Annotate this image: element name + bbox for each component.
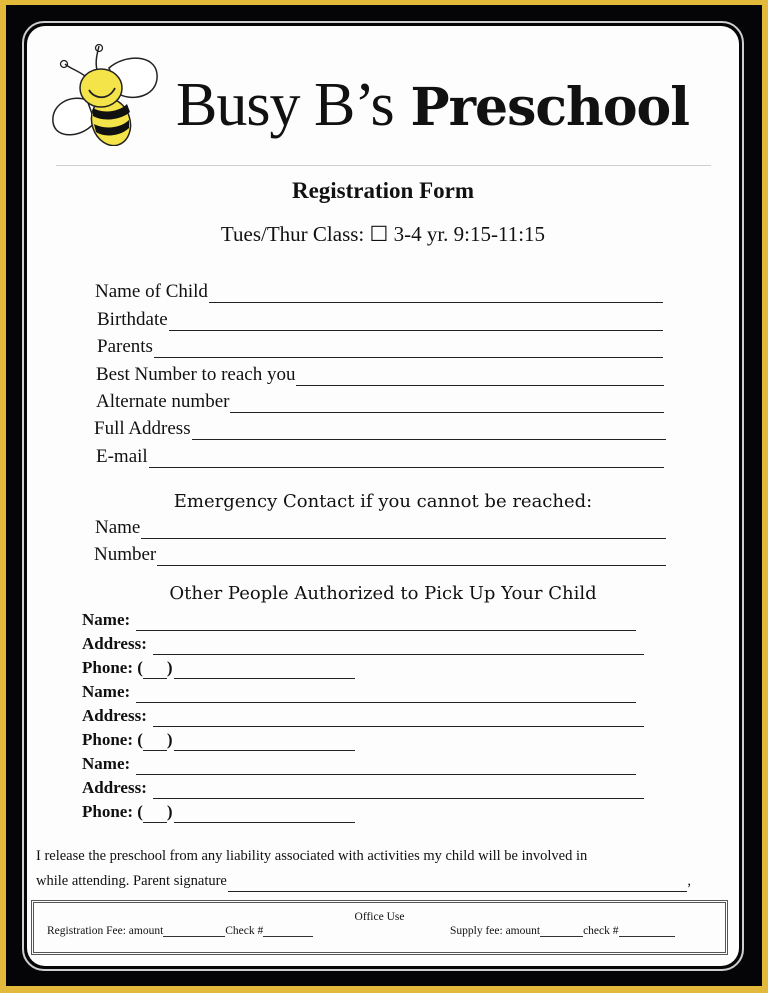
- bee-head: [79, 68, 123, 108]
- signature-comma: ,: [687, 873, 691, 889]
- registration-check-label: Check #: [225, 925, 264, 937]
- registration-fee-row: Registration Fee: amount Check #: [47, 925, 314, 937]
- field-emergency-name: Name: [95, 517, 666, 539]
- field-label: Phone: (: [82, 658, 143, 677]
- field-label: Name: [95, 517, 141, 538]
- supply-check-input[interactable]: [618, 926, 675, 937]
- pickup-3-address-input[interactable]: [152, 781, 644, 799]
- pickup-1-address: Address:: [82, 633, 644, 655]
- pickup-2-phone: Phone: ( ): [82, 729, 355, 751]
- school-name-light: Busy B’s: [176, 71, 395, 139]
- best-number-input[interactable]: [296, 368, 664, 386]
- pickup-3-address: Address:: [82, 777, 644, 799]
- field-email: E-mail: [96, 446, 664, 468]
- field-label: E-mail: [96, 446, 148, 467]
- registration-form-page: Busy B’s Preschool Registration Form Tue…: [27, 26, 739, 966]
- pickup-2-area-code-input[interactable]: [142, 735, 167, 751]
- field-label: Address:: [82, 634, 147, 653]
- emergency-name-input[interactable]: [141, 521, 666, 539]
- field-alternate-number: Alternate number: [96, 391, 664, 413]
- email-input[interactable]: [148, 450, 664, 468]
- class-selection: Tues/Thur Class: ☐ 3-4 yr. 9:15-11:15: [27, 222, 739, 247]
- pickup-1-area-code-input[interactable]: [142, 663, 167, 679]
- alternate-number-input[interactable]: [230, 395, 664, 413]
- field-label: Name of Child: [95, 281, 208, 302]
- field-label: Phone: (: [82, 730, 143, 749]
- pickup-3-name: Name:: [82, 753, 636, 775]
- class-checkbox[interactable]: ☐: [370, 222, 389, 246]
- field-label: Address:: [82, 778, 147, 797]
- field-label: Best Number to reach you: [96, 364, 296, 385]
- class-option: 3-4 yr. 9:15-11:15: [393, 222, 546, 246]
- field-birthdate: Birthdate: [97, 309, 663, 331]
- pickup-2-address-input[interactable]: [152, 709, 644, 727]
- pickup-2-name: Name:: [82, 681, 636, 703]
- pickup-2-phone-input[interactable]: [173, 733, 355, 751]
- pickup-2-address: Address:: [82, 705, 644, 727]
- form-title: Registration Form: [291, 178, 475, 203]
- field-label: Address:: [82, 706, 147, 725]
- pickup-heading: Other People Authorized to Pick Up Your …: [169, 583, 597, 604]
- full-address-input[interactable]: [191, 422, 666, 440]
- field-label: Parents: [97, 336, 153, 357]
- class-label: Tues/Thur Class:: [220, 222, 365, 246]
- pickup-1-name-input[interactable]: [136, 613, 636, 631]
- pickup-2-name-input[interactable]: [136, 685, 636, 703]
- field-label: Birthdate: [97, 309, 168, 330]
- field-label: Full Address: [94, 418, 191, 439]
- supply-check-label: check #: [583, 925, 619, 937]
- bee-icon: [52, 43, 158, 146]
- field-parents: Parents: [97, 336, 663, 358]
- field-label: Number: [94, 544, 157, 565]
- field-label: Name:: [82, 754, 131, 773]
- field-best-number: Best Number to reach you: [96, 364, 664, 386]
- school-name-bold: Preschool: [410, 77, 690, 138]
- pickup-3-phone-input[interactable]: [173, 805, 355, 823]
- field-name-of-child: Name of Child: [95, 281, 663, 303]
- school-name: Busy B’s Preschool: [176, 71, 690, 140]
- supply-fee-row: Supply fee: amount check #: [450, 925, 675, 937]
- supply-fee-label: Supply fee: amount: [450, 925, 541, 937]
- pickup-1-name: Name:: [82, 609, 636, 631]
- parent-signature-row: while attending. Parent signature ,: [36, 870, 691, 892]
- name-of-child-input[interactable]: [208, 285, 663, 303]
- parents-input[interactable]: [153, 340, 663, 358]
- field-label: Name:: [82, 610, 131, 629]
- office-use-title: Office Use: [354, 911, 405, 923]
- parent-signature-input[interactable]: [227, 877, 688, 892]
- field-label: Phone: (: [82, 802, 143, 821]
- supply-fee-amount-input[interactable]: [540, 926, 584, 937]
- registration-check-input[interactable]: [263, 926, 314, 937]
- registration-fee-amount-input[interactable]: [163, 926, 226, 937]
- release-text-line2: while attending. Parent signature: [36, 873, 227, 889]
- pickup-3-area-code-input[interactable]: [142, 807, 167, 823]
- pickup-1-phone-input[interactable]: [173, 661, 355, 679]
- pickup-1-address-input[interactable]: [152, 637, 644, 655]
- office-use-box: Office Use Registration Fee: amount Chec…: [31, 900, 728, 955]
- field-label: Name:: [82, 682, 131, 701]
- pickup-3-phone: Phone: ( ): [82, 801, 355, 823]
- header-divider: [56, 165, 711, 166]
- field-label: Alternate number: [96, 391, 230, 412]
- release-text-line1: I release the preschool from any liabili…: [36, 848, 588, 864]
- emergency-number-input[interactable]: [157, 548, 666, 566]
- birthdate-input[interactable]: [168, 313, 663, 331]
- emergency-heading: Emergency Contact if you cannot be reach…: [173, 491, 593, 512]
- field-full-address: Full Address: [94, 418, 666, 440]
- pickup-3-name-input[interactable]: [136, 757, 636, 775]
- field-emergency-number: Number: [94, 544, 666, 566]
- registration-fee-label: Registration Fee: amount: [47, 925, 164, 937]
- pickup-1-phone: Phone: ( ): [82, 657, 355, 679]
